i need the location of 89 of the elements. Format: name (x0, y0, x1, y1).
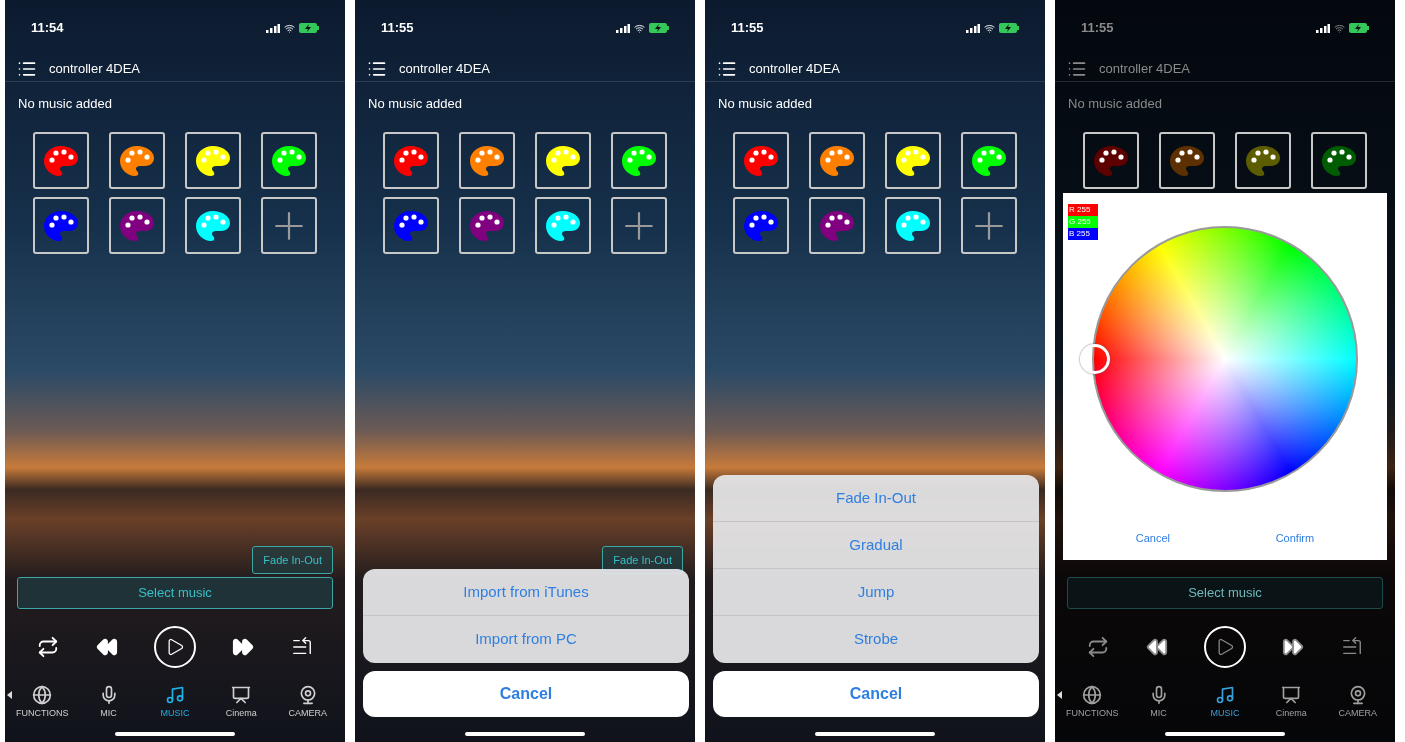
color-preset-tile[interactable] (109, 132, 165, 189)
add-preset-tile[interactable] (261, 197, 317, 254)
battery-icon (999, 23, 1019, 33)
color-preset-tile[interactable] (459, 132, 515, 189)
scroll-left-icon[interactable] (7, 691, 12, 699)
status-time: 11:55 (1081, 19, 1114, 38)
device-title: controller 4DEA (49, 59, 141, 78)
device-title: controller 4DEA (399, 59, 491, 78)
signal-icon (616, 23, 630, 33)
color-preset-tile[interactable] (733, 132, 789, 189)
music-notice: No music added (368, 95, 462, 114)
nav-tab-icon (1281, 685, 1302, 705)
nav-tab[interactable]: MIC (1128, 685, 1189, 721)
color-preset-tile[interactable] (185, 132, 241, 189)
color-preset-tile[interactable] (261, 132, 317, 189)
status-time: 11:54 (31, 19, 64, 38)
color-preset-tile[interactable] (1083, 132, 1139, 189)
nav-tab[interactable]: CAMERA (1327, 685, 1388, 721)
nav-tab[interactable]: CAMERA (277, 685, 338, 721)
add-preset-tile[interactable] (961, 197, 1017, 254)
color-preset-tile[interactable] (1311, 132, 1367, 189)
wifi-icon (634, 22, 645, 34)
color-preset-tile[interactable] (809, 132, 865, 189)
play-button[interactable] (153, 626, 196, 668)
color-preset-tile[interactable] (1235, 132, 1291, 189)
color-preset-tile[interactable] (33, 132, 89, 189)
music-notice: No music added (1068, 95, 1162, 114)
nav-tab[interactable]: MIC (78, 685, 139, 721)
nav-tab-icon (164, 685, 185, 705)
color-preset-tile[interactable] (611, 132, 667, 189)
scroll-left-icon[interactable] (1057, 691, 1062, 699)
channel-value: G 255 (1068, 216, 1098, 228)
rewind-icon[interactable] (95, 636, 118, 658)
select-music-button[interactable]: Select music (1067, 577, 1383, 609)
signal-icon (1316, 23, 1330, 33)
music-notice: No music added (718, 95, 812, 114)
nav-tab-icon (231, 685, 252, 705)
select-music-button[interactable]: Select music (17, 577, 333, 609)
nav-tab-icon (1082, 685, 1103, 705)
nav-tab-icon (1214, 685, 1235, 705)
color-preset-tile[interactable] (383, 132, 439, 189)
fast-forward-icon[interactable] (232, 636, 255, 658)
color-preset-tile[interactable] (33, 197, 89, 254)
nav-tab[interactable]: Cinema (1261, 685, 1322, 721)
color-preset-tile[interactable] (185, 197, 241, 254)
battery-icon (1349, 23, 1369, 33)
channel-value: R 255 (1068, 204, 1098, 216)
color-preset-tile[interactable] (459, 197, 515, 254)
wifi-icon (284, 22, 295, 34)
device-title: controller 4DEA (749, 59, 841, 78)
music-notice: No music added (18, 95, 112, 114)
color-preset-tile[interactable] (809, 197, 865, 254)
confirm-button[interactable]: Confirm (1265, 529, 1325, 546)
signal-icon (966, 23, 980, 33)
color-preset-tile[interactable] (535, 132, 591, 189)
channel-value: B 255 (1068, 228, 1098, 240)
color-preset-tile[interactable] (383, 197, 439, 254)
status-time: 11:55 (731, 19, 764, 38)
cancel-button[interactable]: Cancel (1125, 529, 1181, 546)
cancel-button[interactable]: Cancel (363, 671, 689, 717)
status-time: 11:55 (381, 19, 414, 38)
nav-tab-icon (32, 685, 53, 705)
cancel-button[interactable]: Cancel (713, 671, 1039, 717)
rewind-icon[interactable] (1145, 636, 1168, 658)
color-preset-tile[interactable] (885, 197, 941, 254)
wifi-icon (1334, 22, 1345, 34)
nav-tab[interactable]: FUNCTIONS (1062, 685, 1123, 721)
fast-forward-icon[interactable] (1282, 636, 1305, 658)
nav-tab[interactable]: MUSIC (1194, 685, 1255, 721)
color-preset-tile[interactable] (885, 132, 941, 189)
wifi-icon (984, 22, 995, 34)
signal-icon (266, 23, 280, 33)
play-button[interactable] (1203, 626, 1246, 668)
mode-button[interactable]: Fade In-Out (252, 546, 333, 574)
color-preset-tile[interactable] (109, 197, 165, 254)
color-preset-tile[interactable] (1159, 132, 1215, 189)
battery-icon (299, 23, 319, 33)
repeat-icon[interactable] (1087, 636, 1110, 658)
battery-icon (649, 23, 669, 33)
add-preset-tile[interactable] (611, 197, 667, 254)
nav-tab[interactable]: FUNCTIONS (12, 685, 73, 721)
repeat-icon[interactable] (37, 636, 60, 658)
nav-tab[interactable]: MUSIC (144, 685, 205, 721)
nav-tab[interactable]: Cinema (211, 685, 272, 721)
color-selector-handle[interactable] (1080, 344, 1110, 374)
color-preset-tile[interactable] (535, 197, 591, 254)
color-preset-tile[interactable] (961, 132, 1017, 189)
device-title: controller 4DEA (1099, 59, 1191, 78)
color-preset-tile[interactable] (733, 197, 789, 254)
